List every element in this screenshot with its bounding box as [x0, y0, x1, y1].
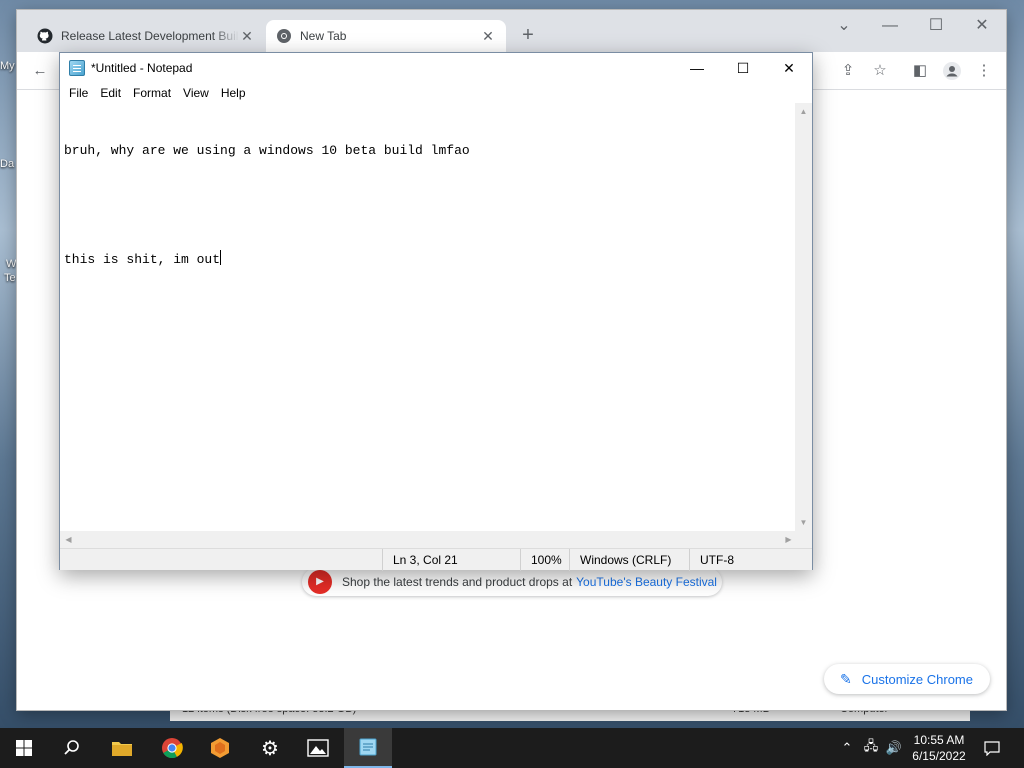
text-line: bruh, why are we using a windows 10 beta…	[64, 143, 470, 158]
folder-icon	[112, 742, 132, 756]
avatar	[943, 62, 961, 80]
desktop-icon-label[interactable]: My	[0, 60, 15, 72]
side-panel-icon[interactable]: ◧	[911, 62, 929, 80]
notepad-icon	[359, 738, 377, 756]
horizontal-scrollbar[interactable]: ◀ ▶	[60, 531, 797, 548]
taskbar-file-explorer[interactable]	[98, 728, 146, 768]
notepad-icon	[69, 60, 85, 76]
close-window-icon[interactable]: ✕	[766, 53, 812, 83]
start-button[interactable]	[0, 728, 48, 768]
network-icon[interactable]: 🖧	[860, 728, 882, 768]
text-caret	[220, 250, 222, 265]
status-encoding: UTF-8	[689, 549, 813, 571]
taskbar-settings[interactable]: ⚙	[246, 728, 294, 768]
menu-view[interactable]: View	[177, 86, 215, 100]
window-title: *Untitled - Notepad	[91, 61, 193, 75]
tab-new-tab[interactable]: New Tab ✕	[266, 20, 506, 52]
notepad-titlebar[interactable]: *Untitled - Notepad — ☐ ✕	[60, 53, 812, 83]
text-line: this is shit, im out	[64, 252, 221, 267]
profile-avatar-icon[interactable]	[943, 62, 961, 80]
github-icon	[37, 28, 53, 44]
minimize-icon[interactable]: —	[674, 53, 720, 83]
status-position: Ln 3, Col 21	[382, 549, 522, 571]
pencil-icon: ✎	[840, 670, 852, 687]
tab-search-icon[interactable]: ⌄	[833, 16, 855, 38]
menu-kebab-icon[interactable]: ⋮	[975, 62, 993, 80]
desktop-icon-label[interactable]: Te	[4, 272, 16, 284]
text-line-current: this is shit, im out	[64, 250, 793, 268]
maximize-icon[interactable]: ☐	[720, 53, 766, 83]
windows-logo-icon	[16, 740, 32, 756]
chrome-icon	[277, 29, 291, 43]
text-line	[64, 196, 793, 214]
clock-time: 10:55 AM	[913, 733, 965, 747]
taskbar-notepad[interactable]	[344, 728, 392, 768]
close-icon[interactable]: ✕	[480, 28, 496, 45]
app-icon	[211, 738, 229, 758]
scroll-down-icon[interactable]: ▼	[795, 514, 812, 531]
notifications-icon[interactable]	[980, 728, 1004, 768]
menu-edit[interactable]: Edit	[94, 86, 127, 100]
notepad-window: *Untitled - Notepad — ☐ ✕ File Edit Form…	[59, 52, 813, 571]
new-tab-button[interactable]: +	[516, 24, 540, 48]
customize-chrome-label: Customize Chrome	[861, 671, 973, 687]
tab-release-build[interactable]: Release Latest Development Build ✕	[27, 20, 265, 52]
search-icon	[64, 740, 79, 755]
close-icon[interactable]: ✕	[239, 28, 255, 45]
notification-bubble	[984, 741, 1000, 756]
image-icon	[307, 739, 329, 757]
back-arrow-icon[interactable]: ←	[31, 62, 49, 80]
clock[interactable]: 10:55 AM 6/15/2022	[906, 732, 972, 764]
chevron-up-icon[interactable]: ⌃	[838, 728, 856, 768]
status-line-ending: Windows (CRLF)	[569, 549, 689, 571]
menu-bar: File Edit Format View Help	[60, 83, 812, 103]
volume-icon[interactable]: 🔊	[884, 728, 904, 768]
desktop-icon-label[interactable]: W	[6, 258, 16, 270]
chrome-tabstrip: Release Latest Development Build ✕ New T…	[17, 10, 1006, 52]
taskbar-chrome[interactable]	[148, 728, 196, 768]
menu-help[interactable]: Help	[215, 86, 252, 100]
menu-format[interactable]: Format	[127, 86, 177, 100]
taskbar: ⚙ ⌃ 🖧 🔊 10:55 AM 6/15/2022	[0, 728, 1024, 768]
tab-title: New Tab	[300, 29, 347, 43]
vertical-scrollbar[interactable]: ▲ ▼	[795, 103, 812, 531]
chrome-icon	[162, 738, 183, 759]
minimize-icon[interactable]: —	[879, 16, 901, 38]
desktop-icon-label[interactable]: Da	[0, 158, 14, 170]
clock-date: 6/15/2022	[912, 749, 966, 763]
tab-title: Release Latest Development Build	[61, 29, 239, 43]
scroll-up-icon[interactable]: ▲	[795, 103, 812, 120]
menu-file[interactable]: File	[63, 86, 94, 100]
bookmark-star-icon[interactable]: ☆	[871, 62, 889, 80]
customize-chrome-button[interactable]: ✎ Customize Chrome	[824, 664, 990, 694]
close-window-icon[interactable]: ✕	[971, 16, 993, 38]
taskbar-app[interactable]	[196, 728, 244, 768]
search-button[interactable]	[48, 728, 96, 768]
maximize-icon[interactable]: ☐	[925, 16, 947, 38]
text-editor[interactable]: bruh, why are we using a windows 10 beta…	[60, 103, 797, 581]
scroll-left-icon[interactable]: ◀	[60, 531, 77, 548]
taskbar-photos[interactable]	[294, 728, 342, 768]
scroll-corner	[795, 531, 812, 548]
share-icon[interactable]: ⇪	[839, 62, 857, 80]
gear-icon: ⚙	[261, 737, 279, 760]
status-zoom: 100%	[520, 549, 570, 571]
status-bar: Ln 3, Col 21 100% Windows (CRLF) UTF-8	[60, 548, 813, 571]
